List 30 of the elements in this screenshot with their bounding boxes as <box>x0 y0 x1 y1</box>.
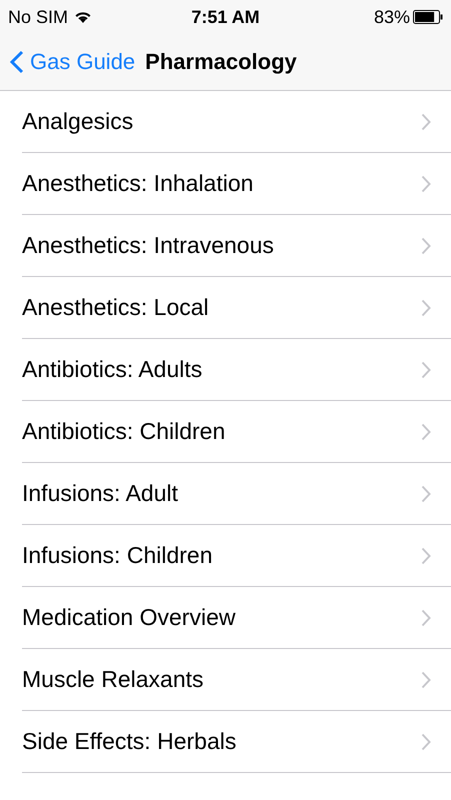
chevron-right-icon <box>421 484 431 502</box>
carrier-text: No SIM <box>8 6 68 28</box>
battery-icon <box>413 10 443 24</box>
chevron-right-icon <box>421 360 431 378</box>
battery-percent: 83% <box>374 6 410 28</box>
list-item[interactable]: Medication Overview <box>22 587 451 649</box>
chevron-right-icon <box>421 608 431 626</box>
list-item[interactable]: Side Effects: Herbals <box>22 711 451 773</box>
chevron-right-icon <box>421 174 431 192</box>
chevron-right-icon <box>421 732 431 750</box>
chevron-right-icon <box>421 422 431 440</box>
list-item[interactable]: Anesthetics: Local <box>22 277 451 339</box>
list-item[interactable]: Muscle Relaxants <box>22 649 451 711</box>
chevron-left-icon <box>10 50 24 74</box>
chevron-right-icon <box>421 236 431 254</box>
list-item[interactable]: Antibiotics: Adults <box>22 339 451 401</box>
chevron-right-icon <box>421 670 431 688</box>
chevron-right-icon <box>421 112 431 130</box>
list-item[interactable]: Infusions: Adult <box>22 463 451 525</box>
list-item[interactable]: Anesthetics: Intravenous <box>22 215 451 277</box>
back-button[interactable]: Gas Guide <box>10 49 136 75</box>
list-item[interactable]: Infusions: Children <box>22 525 451 587</box>
nav-title: Pharmacology <box>145 49 297 75</box>
list-item[interactable]: Anesthetics: Inhalation <box>22 153 451 215</box>
status-time: 7:51 AM <box>191 6 260 28</box>
wifi-icon <box>74 10 92 24</box>
list-item[interactable]: Analgesics <box>22 91 451 153</box>
chevron-right-icon <box>421 546 431 564</box>
list-item[interactable]: Antibiotics: Children <box>22 401 451 463</box>
chevron-right-icon <box>421 298 431 316</box>
